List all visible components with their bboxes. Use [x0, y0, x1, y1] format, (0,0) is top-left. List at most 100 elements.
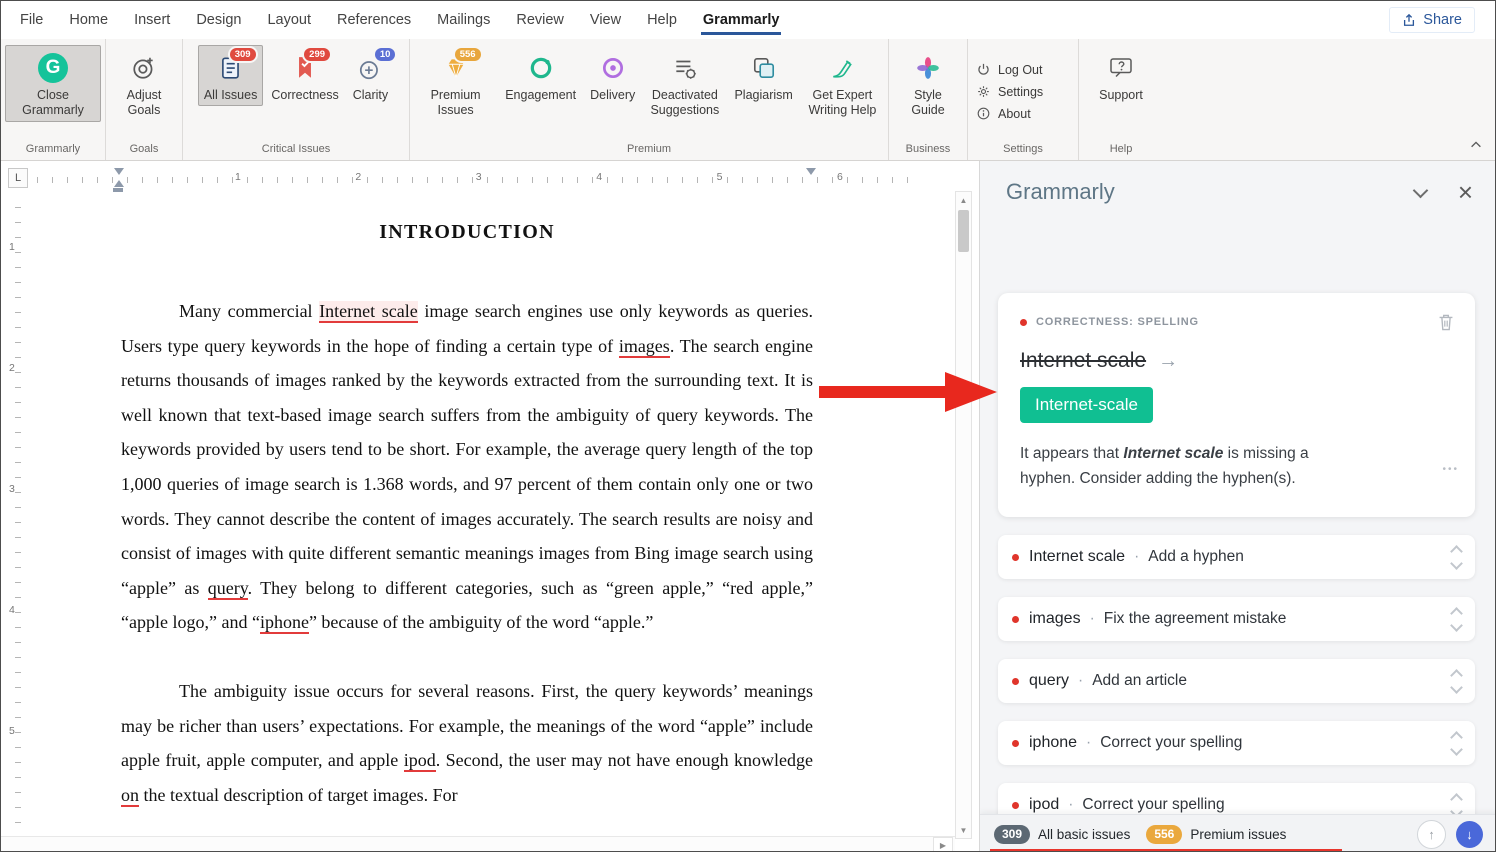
accept-suggestion-button[interactable]: Internet-scale — [1020, 387, 1153, 423]
horizontal-ruler[interactable]: 123456 — [1, 161, 979, 197]
suggestion-action: Add a hyphen — [1125, 548, 1244, 566]
suggestion-row[interactable]: images Fix the agreement mistake — [998, 597, 1475, 641]
share-button[interactable]: Share — [1389, 7, 1475, 33]
right-indent-marker[interactable] — [806, 168, 816, 175]
flagged-word[interactable]: iphone — [260, 612, 309, 634]
ruler-number: 3 — [476, 171, 482, 183]
flagged-word[interactable]: Internet scale — [319, 301, 418, 323]
trash-icon[interactable] — [1435, 311, 1457, 333]
paragraph-2[interactable]: The ambiguity issue occurs for several r… — [121, 674, 813, 812]
suggestion-action: Add an article — [1069, 672, 1187, 690]
paragraph-1[interactable]: Many commercial Internet scale image sea… — [121, 294, 813, 640]
menu-tab-references[interactable]: References — [324, 2, 424, 38]
panel-close-icon[interactable] — [1458, 179, 1473, 205]
menu-tab-help[interactable]: Help — [634, 2, 690, 38]
suggestion-row[interactable]: Internet scale Add a hyphen — [998, 535, 1475, 579]
gear-icon — [976, 84, 991, 99]
error-dot — [1012, 554, 1019, 561]
scroll-up-icon[interactable]: ▲ — [956, 192, 971, 208]
menu-tab-insert[interactable]: Insert — [121, 2, 183, 38]
clarity-icon: 10 — [357, 51, 383, 85]
deactivated-suggestions-button[interactable]: Deactivated Suggestions — [643, 45, 726, 122]
scrollbar-thumb[interactable] — [958, 210, 969, 252]
button-label: Correctness — [271, 88, 338, 103]
annotation-underline — [990, 849, 1342, 851]
menu-tab-file[interactable]: File — [7, 2, 56, 38]
issue-count-badge: 556 — [453, 46, 483, 63]
premium-issues-label[interactable]: Premium issues — [1190, 827, 1286, 842]
logout-button[interactable]: Log Out — [976, 62, 1070, 77]
expand-icon[interactable] — [1452, 547, 1461, 568]
group-label: Premium — [617, 140, 681, 160]
more-options-icon[interactable] — [1442, 464, 1459, 475]
next-issue-button[interactable] — [1456, 821, 1483, 848]
button-label: Log Out — [998, 63, 1042, 77]
menu-tab-grammarly[interactable]: Grammarly — [690, 2, 793, 38]
horizontal-scrollbar[interactable]: ▶ — [1, 836, 955, 852]
button-label: Adjust Goals — [116, 88, 172, 119]
adjust-goals-button[interactable]: Adjust Goals — [110, 45, 178, 122]
plagiarism-button[interactable]: Plagiarism — [728, 45, 798, 106]
menu-tab-design[interactable]: Design — [183, 2, 254, 38]
menu-tab-review[interactable]: Review — [503, 2, 577, 38]
error-dot — [1012, 616, 1019, 623]
settings-button[interactable]: Settings — [976, 84, 1070, 99]
expand-icon[interactable] — [1452, 609, 1461, 630]
menu-tab-view[interactable]: View — [577, 2, 634, 38]
left-indent-marker[interactable] — [113, 188, 123, 192]
ruler-number: 5 — [9, 725, 15, 737]
close-grammarly-button[interactable]: Close Grammarly — [5, 45, 101, 122]
previous-issue-button[interactable] — [1417, 820, 1446, 849]
suggestion-category: CORRECTNESS: SPELLING — [1036, 316, 1199, 328]
hanging-indent-marker[interactable] — [114, 180, 124, 187]
collapse-ribbon-icon[interactable] — [1467, 136, 1485, 154]
flagged-word[interactable]: images — [619, 336, 670, 358]
menu-bar: File Home Insert Design Layout Reference… — [1, 1, 1495, 39]
document-page[interactable]: INTRODUCTION Many commercial Internet sc… — [121, 197, 813, 812]
flagged-word[interactable]: ipod — [404, 750, 436, 772]
support-button[interactable]: Support — [1093, 45, 1149, 106]
delivery-button[interactable]: Delivery — [584, 45, 641, 106]
first-line-indent-marker[interactable] — [114, 168, 124, 175]
expand-icon[interactable] — [1452, 733, 1461, 754]
issue-count-badge: 299 — [302, 46, 332, 63]
flagged-word[interactable]: on — [121, 785, 139, 807]
vertical-ruler[interactable]: 12345 — [1, 197, 33, 837]
suggestion-action: Correct your spelling — [1059, 796, 1224, 814]
vertical-scrollbar[interactable]: ▲ ▼ — [955, 191, 972, 839]
get-expert-writing-help-button[interactable]: Get Expert Writing Help — [801, 45, 884, 122]
grammarly-logo-icon — [38, 53, 68, 83]
tab-stop-selector[interactable] — [8, 168, 28, 188]
word-window: File Home Insert Design Layout Reference… — [0, 0, 1496, 852]
suggestion-action: Fix the agreement mistake — [1081, 610, 1287, 628]
style-guide-button[interactable]: Style Guide — [893, 45, 963, 122]
button-label: Close Grammarly — [11, 88, 95, 119]
about-button[interactable]: About — [976, 106, 1070, 121]
button-label: Get Expert Writing Help — [807, 88, 878, 119]
panel-footer: 309 All basic issues 556 Premium issues — [980, 814, 1496, 852]
button-label: Settings — [998, 85, 1043, 99]
suggestion-row[interactable]: query Add an article — [998, 659, 1475, 703]
basic-issues-label[interactable]: All basic issues — [1038, 827, 1130, 842]
panel-dropdown-icon[interactable] — [1410, 181, 1432, 203]
ruler-number: 3 — [9, 483, 15, 495]
text-run: . The search engine returns thousands of… — [121, 336, 813, 598]
panel-header: Grammarly — [980, 161, 1496, 205]
premium-issues-button[interactable]: 556 Premium Issues — [414, 45, 497, 122]
menu-tab-mailings[interactable]: Mailings — [424, 2, 503, 38]
button-label: About — [998, 107, 1031, 121]
ruler-ticks — [15, 207, 21, 827]
flagged-word[interactable]: query — [208, 578, 248, 600]
all-issues-button[interactable]: 309 All Issues — [198, 45, 264, 106]
engagement-button[interactable]: Engagement — [499, 45, 582, 106]
expand-icon[interactable] — [1452, 671, 1461, 692]
premium-issues-badge: 556 — [1146, 825, 1182, 844]
expand-icon[interactable] — [1452, 795, 1461, 816]
menu-tab-layout[interactable]: Layout — [254, 2, 324, 38]
scroll-right-icon[interactable]: ▶ — [933, 837, 953, 852]
scroll-down-icon[interactable]: ▼ — [956, 822, 971, 838]
menu-tab-home[interactable]: Home — [56, 2, 121, 38]
suggestion-row[interactable]: iphone Correct your spelling — [998, 721, 1475, 765]
correctness-button[interactable]: 299 Correctness — [265, 45, 344, 106]
clarity-button[interactable]: 10 Clarity — [347, 45, 394, 106]
